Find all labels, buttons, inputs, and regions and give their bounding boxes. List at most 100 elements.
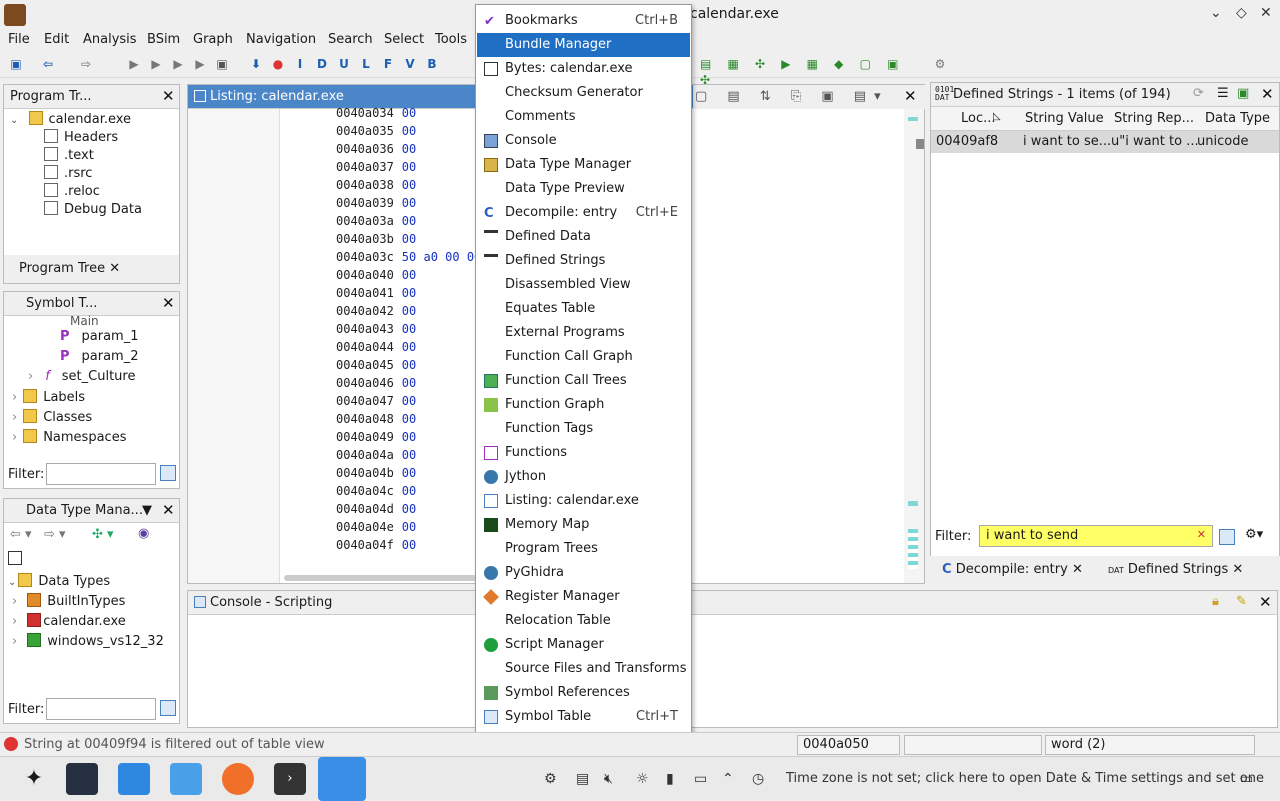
- program-tree-close-icon[interactable]: ✕: [162, 87, 175, 105]
- listing-row[interactable]: 0040a04b 00: [336, 466, 416, 480]
- menu-item-listing-calendar-exe[interactable]: Listing: calendar.exe: [477, 489, 690, 513]
- listing-row[interactable]: 0040a034 00: [336, 106, 416, 120]
- listing-row[interactable]: 0040a036 00: [336, 142, 416, 156]
- column-icon[interactable]: ☰: [1217, 86, 1229, 101]
- filter-settings-icon[interactable]: ⚙▾: [1245, 527, 1263, 542]
- tab-decompile[interactable]: C Decompile: entry ✕: [942, 562, 1083, 577]
- menu-graph[interactable]: Graph: [193, 32, 233, 47]
- listing-row[interactable]: 0040a045 00: [336, 358, 416, 372]
- col-string-value[interactable]: String Value: [1025, 111, 1104, 126]
- clear-filter-icon[interactable]: ✕: [1197, 528, 1206, 541]
- menu-item-decompile-entry[interactable]: C Decompile: entry Ctrl+E: [477, 201, 690, 225]
- dt-root[interactable]: ⌄ Data Types: [8, 573, 110, 589]
- listing-row[interactable]: 0040a044 00: [336, 340, 416, 354]
- symbol-filter-input[interactable]: [46, 463, 156, 485]
- save-icon[interactable]: ▣: [8, 56, 24, 72]
- ghidra-task-icon[interactable]: [318, 757, 366, 801]
- menu-item-memory-map[interactable]: Memory Map: [477, 513, 690, 537]
- col-data-type[interactable]: Data Type: [1205, 111, 1270, 126]
- nav-icon-3[interactable]: ▶: [170, 56, 186, 72]
- usb-icon[interactable]: ▮: [666, 771, 674, 787]
- brightness-icon[interactable]: ☼: [636, 771, 649, 787]
- menu-item-register-manager[interactable]: Register Manager: [477, 585, 690, 609]
- menu-item-defined-strings[interactable]: Defined Strings: [477, 249, 690, 273]
- menu-item-symbol-references[interactable]: Symbol References: [477, 681, 690, 705]
- close-window-icon[interactable]: ✕: [1260, 5, 1272, 21]
- down-arrow-icon[interactable]: ⬇: [248, 56, 264, 72]
- listing-row[interactable]: 0040a04f 00: [336, 538, 416, 552]
- clear-icon[interactable]: ✎: [1236, 594, 1247, 609]
- v-icon[interactable]: V: [402, 56, 418, 72]
- back-icon[interactable]: ⇦: [40, 56, 56, 72]
- terminal-icon[interactable]: ›: [274, 763, 306, 795]
- menu-item-bytes-calendar-exe[interactable]: Bytes: calendar.exe: [477, 57, 690, 81]
- listing-row[interactable]: 0040a03a 00: [336, 214, 416, 228]
- label-icon[interactable]: L: [358, 56, 374, 72]
- menu-item-pyghidra[interactable]: PyGhidra: [477, 561, 690, 585]
- symbol-namespaces[interactable]: › Namespaces: [12, 429, 126, 445]
- dt-tree-icon[interactable]: ✣ ▾: [92, 527, 114, 542]
- tree-root[interactable]: ⌄ calendar.exe: [10, 111, 131, 127]
- dt-calendar[interactable]: › calendar.exe: [12, 613, 126, 629]
- menu-tools[interactable]: Tools: [435, 32, 467, 47]
- listing-row[interactable]: 0040a049 00: [336, 430, 416, 444]
- symbol-tree-close-icon[interactable]: ✕: [162, 294, 175, 312]
- filter-options-icon[interactable]: [160, 700, 176, 716]
- nav-icon-1[interactable]: ▶: [126, 56, 142, 72]
- nav-icon-2[interactable]: ▶: [148, 56, 164, 72]
- symbol-main[interactable]: Main: [70, 314, 99, 328]
- maximize-icon[interactable]: ◇: [1236, 5, 1247, 21]
- tree-item-headers[interactable]: Headers: [44, 129, 118, 145]
- app-launcher-icon[interactable]: ✦: [18, 763, 50, 795]
- listing-row[interactable]: 0040a03b 00: [336, 232, 416, 246]
- menu-item-comments[interactable]: Comments: [477, 105, 690, 129]
- dt-windows[interactable]: › windows_vs12_32: [12, 633, 164, 649]
- menu-item-symbol-table[interactable]: Symbol Table Ctrl+T: [477, 705, 690, 729]
- menu-item-function-tags[interactable]: Function Tags: [477, 417, 690, 441]
- show-desktop-icon[interactable]: ▭: [1240, 771, 1253, 787]
- listing-row[interactable]: 0040a042 00: [336, 304, 416, 318]
- listing-row[interactable]: 0040a035 00: [336, 124, 416, 138]
- tree-item-rsrc[interactable]: .rsrc: [44, 165, 92, 181]
- col-location[interactable]: Loc...: [961, 111, 996, 126]
- listing-row[interactable]: 0040a046 00: [336, 376, 416, 390]
- listing-row[interactable]: 0040a04e 00: [336, 520, 416, 534]
- refresh-icon[interactable]: ⟳: [1193, 86, 1204, 101]
- lock-icon[interactable]: 🔒︎: [1212, 594, 1219, 609]
- menu-item-functions[interactable]: Functions: [477, 441, 690, 465]
- menu-item-function-graph[interactable]: Function Graph: [477, 393, 690, 417]
- symbol-param-2[interactable]: Pparam_2: [60, 349, 139, 364]
- store-app-icon[interactable]: [118, 763, 150, 795]
- console-close-icon[interactable]: ✕: [1259, 593, 1272, 611]
- mute-icon[interactable]: 🔇︎: [604, 771, 613, 787]
- dt-back-icon[interactable]: ⇦ ▾: [10, 527, 32, 542]
- clipboard-icon[interactable]: ▤: [576, 771, 589, 787]
- b-icon[interactable]: B: [424, 56, 440, 72]
- clock-icon[interactable]: ◷: [752, 771, 764, 787]
- menu-item-console[interactable]: Console: [477, 129, 690, 153]
- menu-item-data-type-manager[interactable]: Data Type Manager: [477, 153, 690, 177]
- listing-row[interactable]: 0040a03c 50 a0 00 00: [336, 250, 481, 264]
- dt-collapse-icon[interactable]: [8, 551, 22, 565]
- defined-strings-close-icon[interactable]: ✕: [1261, 85, 1274, 103]
- menu-item-script-manager[interactable]: Script Manager: [477, 633, 690, 657]
- menu-analysis[interactable]: Analysis: [83, 32, 137, 47]
- minimize-icon[interactable]: ⌄: [1210, 5, 1222, 21]
- listing-row[interactable]: 0040a039 00: [336, 196, 416, 210]
- data-icon[interactable]: D: [314, 56, 330, 72]
- listing-row[interactable]: 0040a04a 00: [336, 448, 416, 462]
- listing-row[interactable]: 0040a041 00: [336, 286, 416, 300]
- settings-app-icon[interactable]: [66, 763, 98, 795]
- tree-item-reloc[interactable]: .reloc: [44, 183, 100, 199]
- display-icon[interactable]: ▭: [694, 771, 707, 787]
- menu-item-bundle-manager[interactable]: Bundle Manager: [477, 33, 690, 57]
- menu-item-defined-data[interactable]: Defined Data: [477, 225, 690, 249]
- clock-text[interactable]: Time zone is not set; click here to open…: [786, 771, 1264, 786]
- network-icon[interactable]: ⚙: [544, 771, 557, 787]
- menu-navigation[interactable]: Navigation: [246, 32, 316, 47]
- listing-row[interactable]: 0040a04c 00: [336, 484, 416, 498]
- strings-filter-input[interactable]: i want to send ✕: [979, 525, 1213, 547]
- listing-hscroll[interactable]: [284, 575, 480, 581]
- chevron-up-icon[interactable]: ⌃: [722, 771, 734, 787]
- menu-item-equates-table[interactable]: Equates Table: [477, 297, 690, 321]
